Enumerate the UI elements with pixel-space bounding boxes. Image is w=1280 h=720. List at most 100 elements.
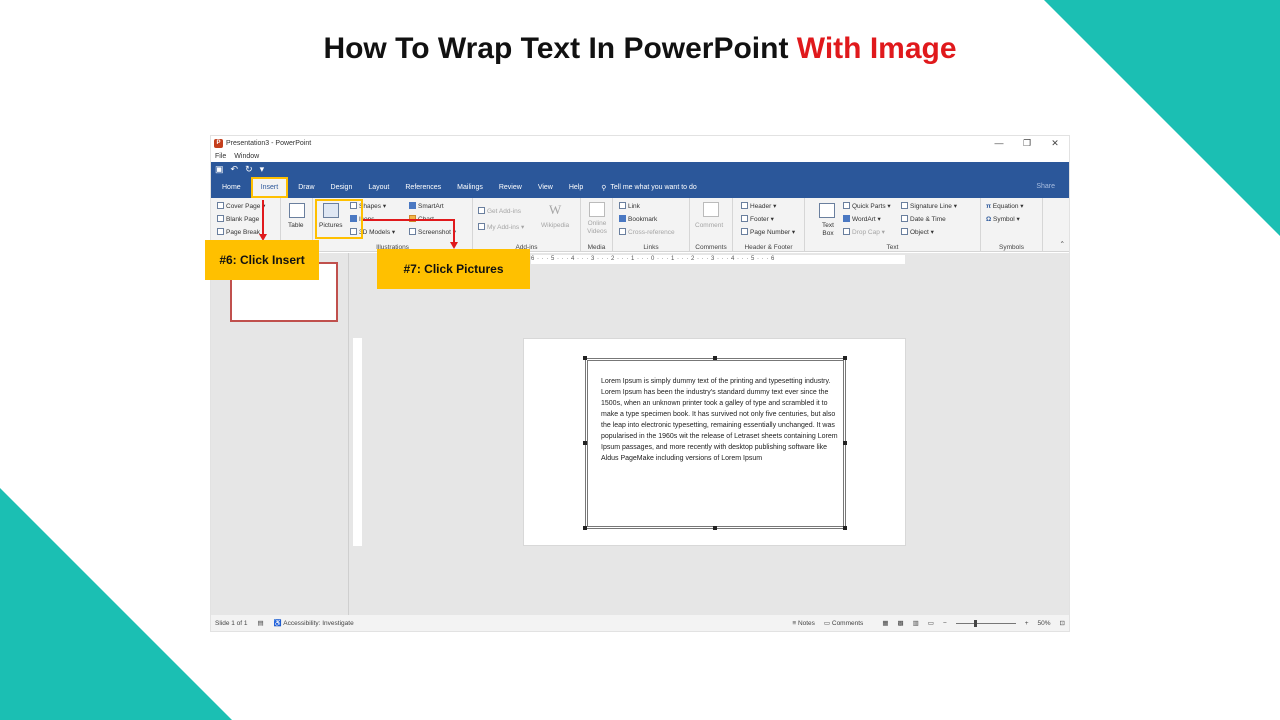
menu-file[interactable]: File xyxy=(215,153,226,160)
share-button[interactable]: Share xyxy=(1036,183,1055,190)
tab-layout[interactable]: Layout xyxy=(360,177,397,198)
resize-handle[interactable] xyxy=(713,356,717,360)
comment-button[interactable]: Comment xyxy=(695,222,723,229)
page-break-icon xyxy=(217,228,224,235)
header-button[interactable]: Header ▾ xyxy=(741,202,776,210)
wordart-button[interactable]: WordArt ▾ xyxy=(843,215,881,223)
zoom-slider[interactable] xyxy=(955,619,1016,627)
resize-handle[interactable] xyxy=(713,526,717,530)
body-text[interactable]: Lorem Ipsum is simply dummy text of the … xyxy=(601,376,845,464)
online-videos-button[interactable]: Online Videos xyxy=(584,220,610,236)
cross-reference-icon xyxy=(619,228,626,235)
page-number-button[interactable]: Page Number ▾ xyxy=(741,228,795,236)
tab-mailings[interactable]: Mailings xyxy=(449,177,491,198)
tab-insert[interactable]: Insert xyxy=(250,177,289,198)
status-right: ≡ Notes ▭ Comments ▦ ▩ ▥ ▭ − + 50% ⊡ xyxy=(792,619,1069,627)
header-icon xyxy=(741,202,748,209)
equation-button[interactable]: π Equation ▾ xyxy=(986,202,1024,210)
tab-help[interactable]: Help xyxy=(561,177,591,198)
quick-parts-button[interactable]: Quick Parts ▾ xyxy=(843,202,891,210)
group-links: Link Bookmark Cross-reference Links xyxy=(613,198,690,252)
pictures-highlight xyxy=(315,199,363,239)
fit-to-window-icon[interactable]: ⊡ xyxy=(1060,619,1065,627)
resize-handle[interactable] xyxy=(843,526,847,530)
normal-view-icon[interactable]: ▦ xyxy=(882,619,888,627)
text-box-icon xyxy=(819,203,835,218)
resize-handle[interactable] xyxy=(583,356,587,360)
online-video-icon xyxy=(589,202,605,217)
zoom-out-icon[interactable]: − xyxy=(943,620,947,627)
comment-icon xyxy=(703,202,719,217)
bookmark-icon xyxy=(619,215,626,222)
table-icon xyxy=(289,203,305,218)
lightbulb-icon: ⚲ xyxy=(601,184,607,192)
reading-view-icon[interactable]: ▥ xyxy=(913,619,919,627)
pictures-pointer-line-h xyxy=(363,219,455,221)
page-break-button[interactable]: Page Break xyxy=(217,228,260,236)
omega-icon: Ω xyxy=(986,216,994,223)
signature-line-button[interactable]: Signature Line ▾ xyxy=(901,202,957,210)
drop-cap-button[interactable]: Drop Cap ▾ xyxy=(843,228,885,236)
accessibility-button[interactable]: ♿ Accessibility: Investigate xyxy=(274,619,354,627)
text-box-button[interactable]: Text Box xyxy=(817,222,839,238)
tab-references[interactable]: References xyxy=(397,177,449,198)
callout-click-pictures: #7: Click Pictures xyxy=(377,249,530,289)
work-area: 6 · · · 5 · · · 4 · · · 3 · · · 2 · · · … xyxy=(211,253,1069,617)
menu-window[interactable]: Window xyxy=(234,153,259,160)
group-comments: Comment Comments xyxy=(690,198,733,252)
slideshow-icon[interactable]: ▭ xyxy=(928,619,934,627)
tab-home[interactable]: Home xyxy=(214,177,249,198)
customize-icon[interactable]: ▾ xyxy=(260,164,265,175)
symbols-group-label: Symbols xyxy=(999,244,1024,251)
resize-handle[interactable] xyxy=(843,356,847,360)
media-group-label: Media xyxy=(587,244,606,251)
signature-icon xyxy=(901,202,908,209)
close-icon[interactable]: ✕ xyxy=(1041,138,1069,149)
title-main: How To Wrap Text In PowerPoint xyxy=(323,32,789,65)
tab-draw[interactable]: Draw xyxy=(290,177,322,198)
footer-icon xyxy=(741,215,748,222)
tab-view[interactable]: View xyxy=(530,177,561,198)
tell-me-box[interactable]: Tell me what you want to do xyxy=(610,184,696,191)
tab-review[interactable]: Review xyxy=(491,177,530,198)
wikipedia-button[interactable]: Wikipedia xyxy=(541,222,569,229)
zoom-level[interactable]: 50% xyxy=(1038,620,1051,627)
spelling-icon[interactable]: ▤ xyxy=(258,619,264,627)
symbol-button[interactable]: Ω Symbol ▾ xyxy=(986,215,1020,223)
tab-design[interactable]: Design xyxy=(323,177,361,198)
bookmark-button[interactable]: Bookmark xyxy=(619,215,657,223)
link-button[interactable]: Link xyxy=(619,202,640,210)
callout-click-insert: #6: Click Insert xyxy=(205,240,319,280)
pictures-arrowhead xyxy=(450,242,458,249)
cross-reference-button[interactable]: Cross-reference xyxy=(619,228,675,236)
horizontal-ruler: 6 · · · 5 · · · 4 · · · 3 · · · 2 · · · … xyxy=(531,255,905,264)
title-bar: P Presentation3 - PowerPoint — ❐ ✕ xyxy=(211,136,1069,151)
cover-page-button[interactable]: Cover Page ▾ xyxy=(217,202,265,210)
screenshot-button[interactable]: Screenshot ▾ xyxy=(409,228,456,236)
minimize-icon[interactable]: — xyxy=(985,138,1013,149)
notes-button[interactable]: ≡ Notes xyxy=(792,620,815,627)
smartart-button[interactable]: SmartArt xyxy=(409,202,444,210)
collapse-ribbon-icon[interactable]: ⌃ xyxy=(1060,240,1065,248)
resize-handle[interactable] xyxy=(583,526,587,530)
object-button[interactable]: Object ▾ xyxy=(901,228,934,236)
footer-button[interactable]: Footer ▾ xyxy=(741,215,774,223)
resize-handle[interactable] xyxy=(583,441,587,445)
comments-button[interactable]: ▭ Comments xyxy=(824,619,863,627)
restore-icon[interactable]: ❐ xyxy=(1013,138,1041,149)
screenshot-icon xyxy=(409,228,416,235)
zoom-in-icon[interactable]: + xyxy=(1025,620,1029,627)
save-icon[interactable]: ▣ xyxy=(215,164,224,175)
blank-page-button[interactable]: Blank Page xyxy=(217,215,259,223)
undo-icon[interactable]: ↶ xyxy=(231,164,239,175)
date-time-button[interactable]: Date & Time xyxy=(901,215,946,223)
my-addins-button[interactable]: My Add-ins ▾ xyxy=(478,223,524,231)
redo-icon[interactable]: ↻ xyxy=(245,164,253,175)
accessibility-icon: ♿ xyxy=(273,620,284,627)
window-controls: — ❐ ✕ xyxy=(985,138,1069,149)
get-addins-button[interactable]: Get Add-ins xyxy=(478,207,521,215)
slide-sorter-icon[interactable]: ▩ xyxy=(897,619,903,627)
pictures-pointer-line-v xyxy=(453,219,455,244)
slide-canvas[interactable]: Lorem Ipsum is simply dummy text of the … xyxy=(523,338,906,546)
table-button[interactable]: Table xyxy=(288,222,304,229)
